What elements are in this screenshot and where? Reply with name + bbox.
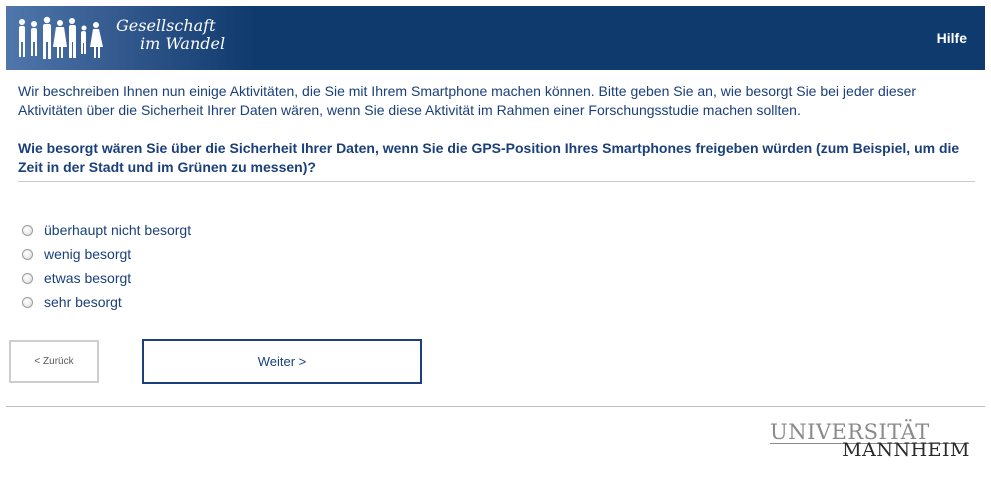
question-text: Wie besorgt wären Sie über die Sicherhei…	[18, 140, 960, 175]
university-logo: UNIVERSITÄT MANNHEIM	[770, 421, 970, 461]
answer-label: wenig besorgt	[44, 246, 132, 262]
answer-label: sehr besorgt	[44, 294, 122, 310]
header-banner: Gesellschaft im Wandel Hilfe	[6, 6, 985, 70]
project-brand-text: Gesellschaft im Wandel	[116, 17, 225, 53]
answer-option[interactable]: wenig besorgt	[22, 242, 191, 266]
footer-divider	[6, 406, 985, 407]
back-button[interactable]: < Zurück	[9, 340, 99, 383]
answer-option[interactable]: etwas besorgt	[22, 266, 191, 290]
radio-button[interactable]	[22, 248, 33, 260]
radio-button[interactable]	[22, 296, 33, 308]
project-logo: Gesellschaft im Wandel	[6, 6, 256, 70]
answer-options: überhaupt nicht besorgt wenig besorgt et…	[22, 218, 191, 314]
answer-label: etwas besorgt	[44, 270, 132, 286]
brand-line-2: im Wandel	[140, 34, 226, 53]
logo-mannheim: MANNHEIM	[842, 439, 970, 461]
brand-line-1: Gesellschaft	[116, 16, 216, 35]
divider	[18, 181, 975, 182]
people-silhouettes-icon	[19, 16, 103, 59]
answer-option[interactable]: überhaupt nicht besorgt	[22, 218, 191, 242]
radio-button[interactable]	[22, 272, 33, 284]
help-link[interactable]: Hilfe	[937, 30, 967, 46]
answer-label: überhaupt nicht besorgt	[44, 222, 192, 238]
intro-text: Wir beschreiben Ihnen nun einige Aktivit…	[18, 83, 917, 118]
next-button[interactable]: Weiter >	[142, 339, 422, 384]
answer-option[interactable]: sehr besorgt	[22, 290, 191, 314]
radio-button[interactable]	[22, 224, 33, 236]
